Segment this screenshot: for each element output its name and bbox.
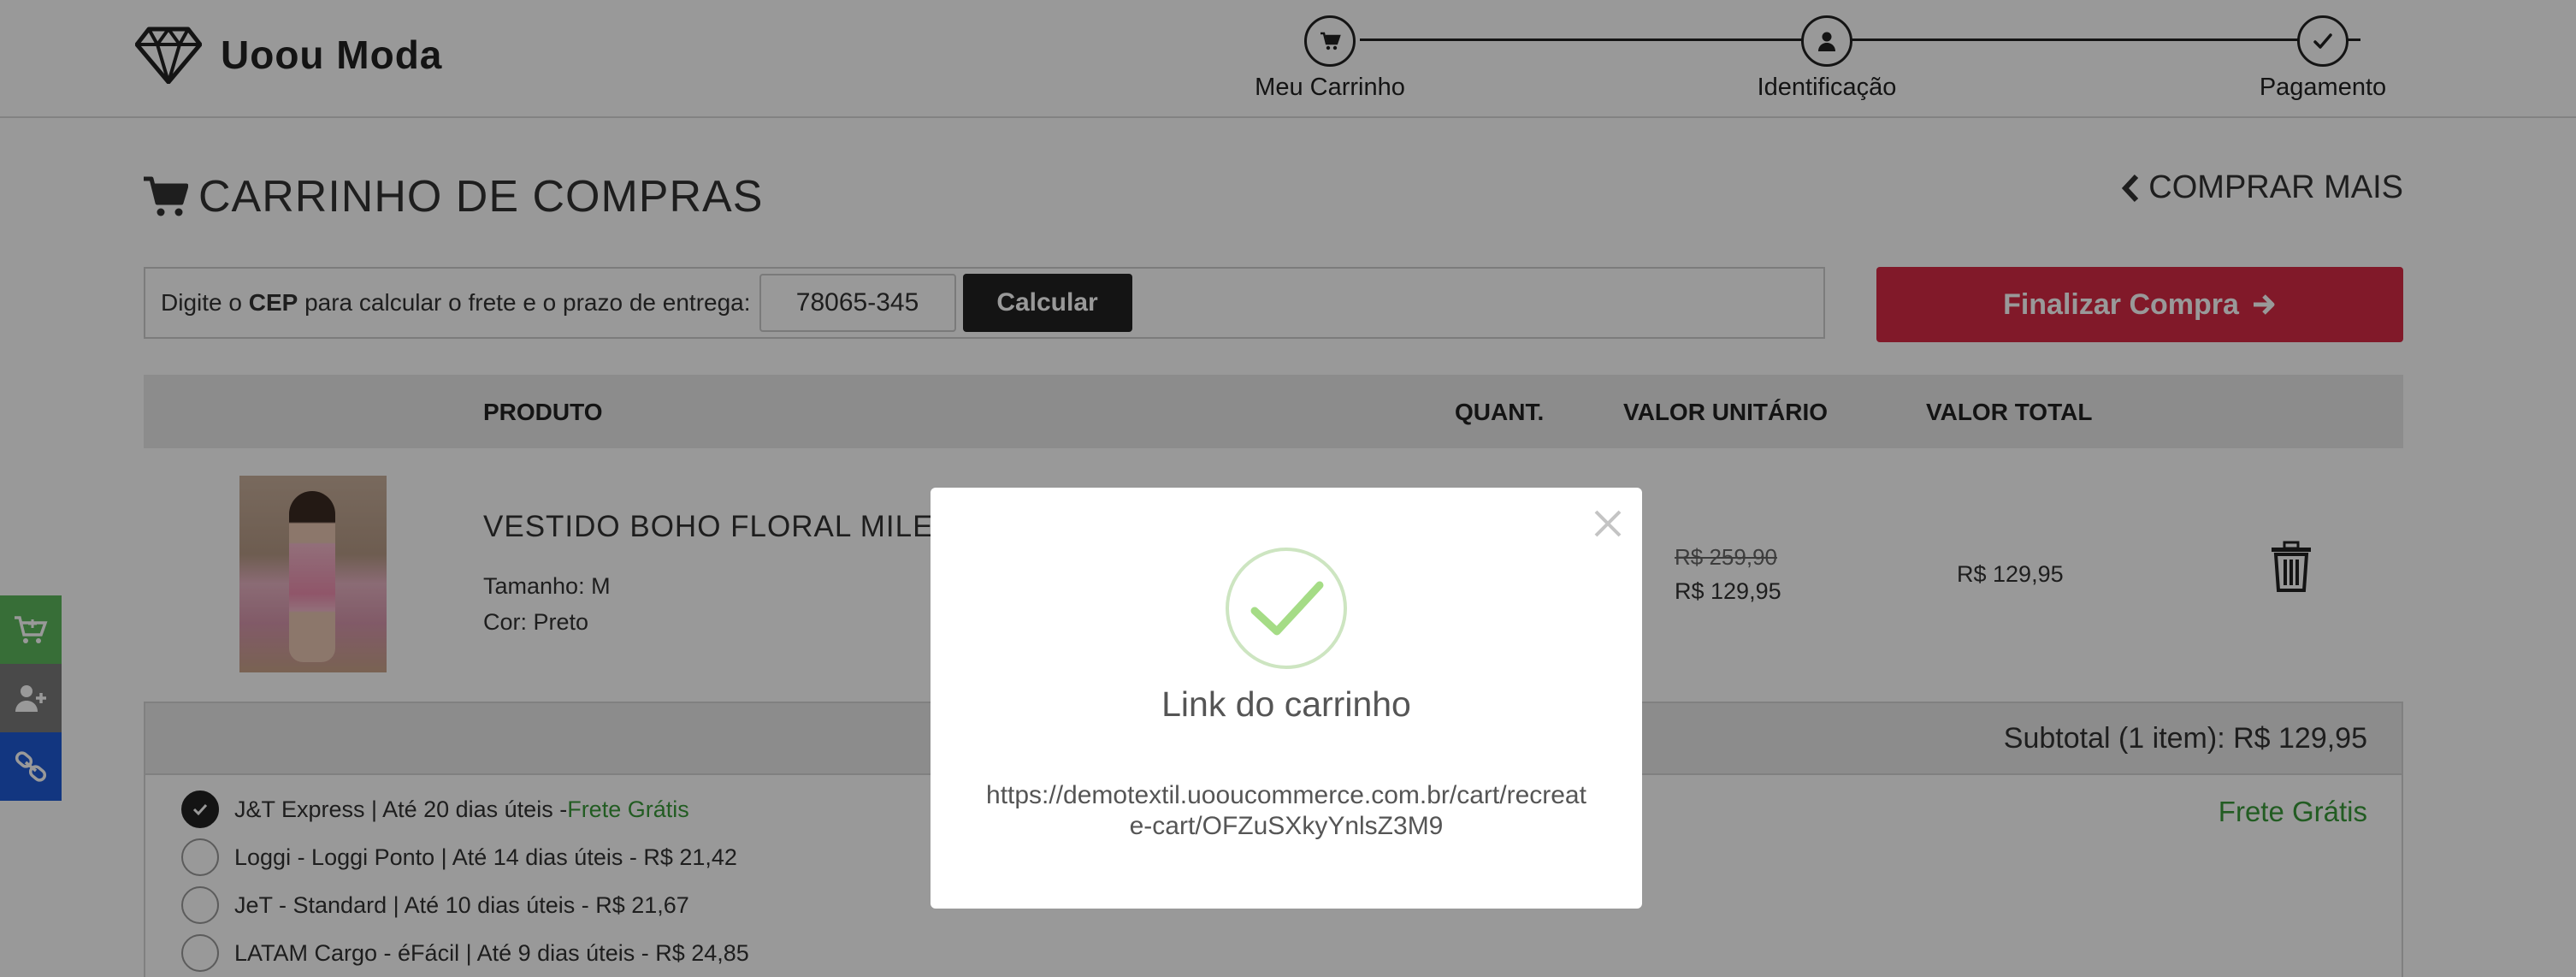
modal-title: Link do carrinho [1161,684,1411,724]
cart-link-url[interactable]: https://demotextil.uooucommerce.com.br/c… [982,780,1591,842]
close-icon[interactable] [1591,506,1625,541]
success-check-icon [1226,548,1347,669]
cart-link-modal: Link do carrinho https://demotextil.uoou… [931,488,1642,909]
